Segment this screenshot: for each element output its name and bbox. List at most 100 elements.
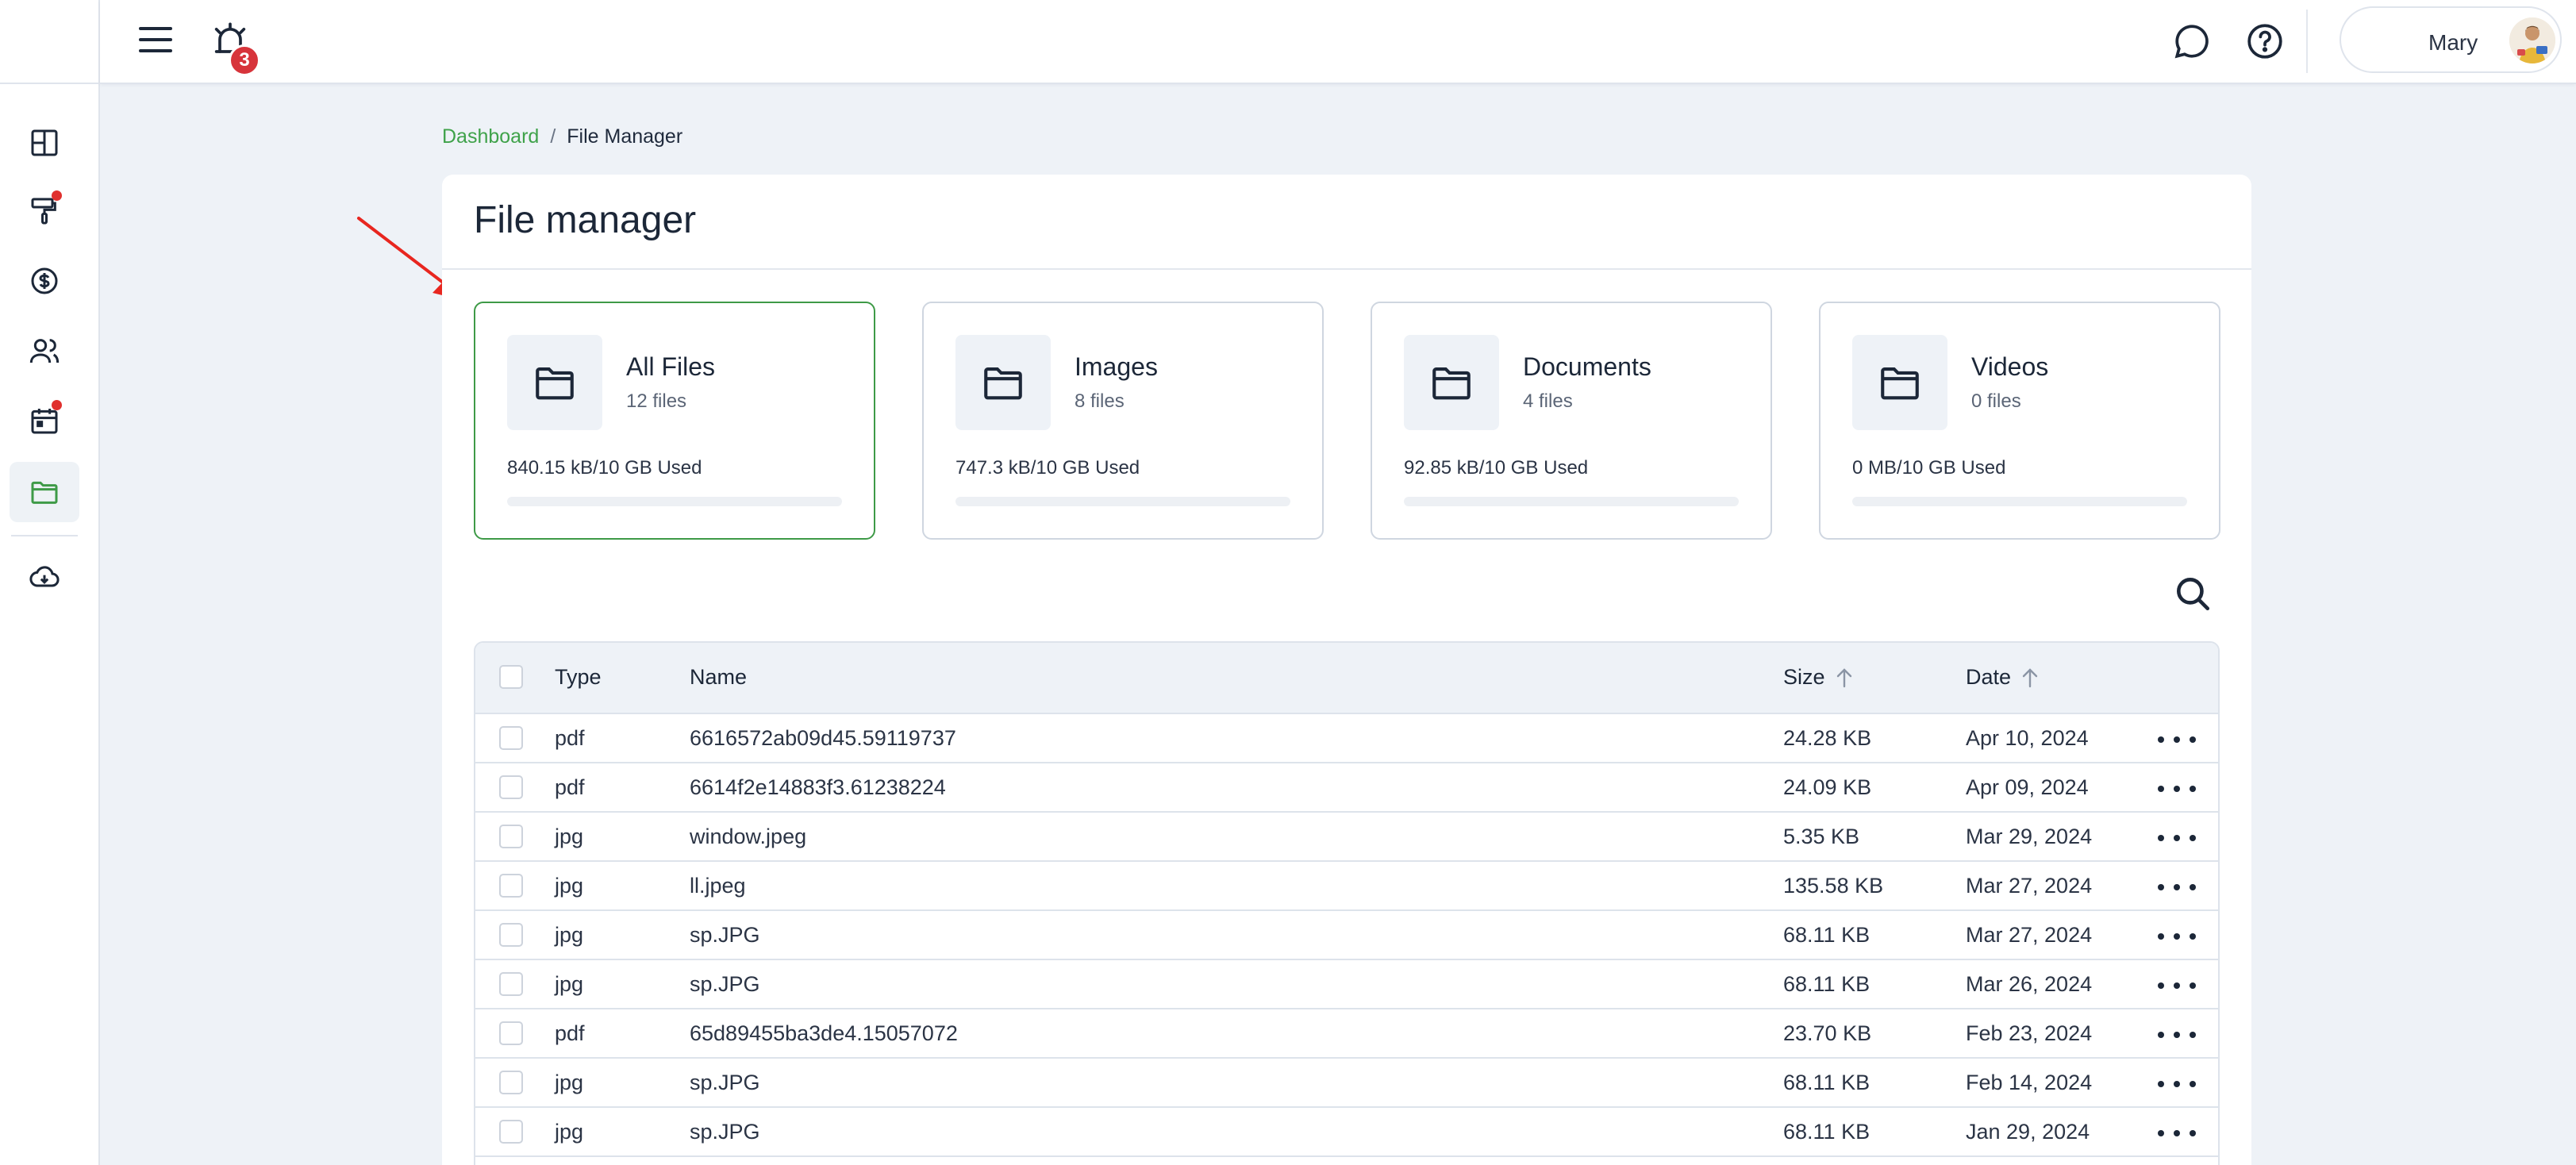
more-dots-icon [2190,786,2196,792]
table-row[interactable]: pdf 65d89455ba3de4.15057072 23.70 KB Feb… [475,1009,2218,1059]
breadcrumb-dashboard-link[interactable]: Dashboard [442,125,539,148]
table-row[interactable]: jpg sp.JPG 68.11 KB Mar 26, 2024 [475,960,2218,1009]
chat-bubble-icon [2174,25,2209,59]
category-name: All Files [626,352,716,381]
hamburger-menu-icon [139,27,172,52]
file-name[interactable]: 6614f2e14883f3.61238224 [690,775,946,800]
file-size: 5.35 KB [1783,825,1860,848]
more-dots-icon [2158,736,2164,743]
sidebar-item-dashboard[interactable] [10,113,79,173]
row-checkbox[interactable] [499,874,523,898]
file-name[interactable]: sp.JPG [690,1120,760,1144]
file-date: Mar 26, 2024 [1966,972,2093,996]
file-name[interactable]: sp.JPG [690,972,760,997]
file-name[interactable]: sp.JPG [690,923,760,948]
file-date: Mar 27, 2024 [1966,874,2093,898]
category-storage-used: 0 MB/10 GB Used [1852,457,2006,479]
file-name[interactable]: 6616572ab09d45.59119737 [690,726,956,751]
category-file-count: 0 files [1971,390,2021,412]
table-row[interactable]: pdf 6616572ab09d45.59119737 24.28 KB Apr… [475,714,2218,763]
file-size: 68.11 KB [1783,972,1870,996]
row-actions-button[interactable] [2158,927,2196,946]
category-name: Images [1075,352,1158,381]
row-checkbox[interactable] [499,726,523,750]
more-dots-icon [2158,982,2164,989]
more-dots-icon [2158,786,2164,792]
sidebar-item-file-manager[interactable] [10,462,79,522]
select-all-checkbox[interactable] [499,665,523,689]
more-dots-icon [2190,933,2196,940]
table-row[interactable]: jpg sp.JPG 68.11 KB Feb 14, 2024 [475,1059,2218,1108]
file-type: pdf [555,726,585,750]
row-checkbox[interactable] [499,825,523,848]
row-actions-button[interactable] [2158,1025,2196,1044]
row-checkbox[interactable] [499,1120,523,1144]
more-dots-icon [2190,1130,2196,1136]
table-row[interactable]: jpg ll.jpeg 135.58 KB Mar 27, 2024 [475,862,2218,911]
breadcrumb-separator: / [550,125,556,148]
file-manager-card: File manager All Files 12 files 840.15 k… [442,175,2251,1165]
category-file-count: 8 files [1075,390,1125,412]
category-tile-all-files[interactable]: All Files 12 files 840.15 kB/10 GB Used [474,302,875,540]
menu-toggle-button[interactable] [132,17,179,62]
category-tile-documents[interactable]: Documents 4 files 92.85 kB/10 GB Used [1371,302,1772,540]
breadcrumb-current: File Manager [567,125,683,148]
top-bar: 3 Mary [100,0,2576,84]
file-name[interactable]: ll.jpeg [690,874,746,898]
row-actions-button[interactable] [2158,878,2196,897]
grid-layout-icon [31,129,58,156]
user-name: Mary [2428,30,2478,55]
more-dots-icon [2174,786,2180,792]
page-title: File manager [474,199,697,241]
more-dots-icon [2158,1032,2164,1038]
sidebar-item-calendar[interactable] [10,390,79,451]
file-type: jpg [555,1071,584,1094]
row-checkbox[interactable] [499,972,523,996]
row-actions-button[interactable] [2158,779,2196,798]
category-name: Documents [1523,352,1651,381]
file-size: 68.11 KB [1783,1071,1870,1094]
sidebar-item-services[interactable] [10,181,79,241]
more-dots-icon [2174,933,2180,940]
table-row[interactable]: jpg window.jpeg 5.35 KB Mar 29, 2024 [475,813,2218,862]
folder-icon [1432,367,1471,400]
table-row[interactable]: jpg sp.JPG 68.11 KB Jan 29, 2024 [475,1108,2218,1157]
column-header-label: Date [1966,665,2012,689]
table-row[interactable]: jpg sp.JPG 68.11 KB Mar 27, 2024 [475,911,2218,960]
table-row[interactable]: pdf 6614f2e14883f3.61238224 24.09 KB Apr… [475,763,2218,813]
search-button[interactable] [2170,571,2215,616]
sidebar-item-cloud-download[interactable] [10,548,79,608]
row-actions-button[interactable] [2158,976,2196,995]
help-button[interactable] [2240,16,2290,67]
user-menu[interactable]: Mary [2340,6,2562,73]
sort-arrow-up-icon [1836,667,1851,687]
category-tile-images[interactable]: Images 8 files 747.3 kB/10 GB Used [922,302,1324,540]
file-type: jpg [555,923,584,947]
row-actions-button[interactable] [2158,829,2196,848]
column-header-type[interactable]: Type [555,665,602,690]
column-header-name[interactable]: Name [690,665,747,690]
row-checkbox[interactable] [499,1021,523,1045]
dollar-circle-icon [31,267,58,294]
messages-button[interactable] [2167,16,2217,67]
row-actions-button[interactable] [2158,730,2196,749]
row-actions-button[interactable] [2158,1075,2196,1094]
sidebar-divider [11,535,78,536]
category-tile-videos[interactable]: Videos 0 files 0 MB/10 GB Used [1819,302,2220,540]
sidebar-item-users[interactable] [10,321,79,381]
sidebar-item-billing[interactable] [10,251,79,311]
column-header-size[interactable]: Size [1783,665,1854,690]
row-actions-button[interactable] [2158,1124,2196,1143]
file-size: 23.70 KB [1783,1021,1872,1045]
column-header-date[interactable]: Date [1966,665,2040,690]
row-checkbox[interactable] [499,775,523,799]
sidebar-notification-dot [52,400,62,410]
row-checkbox[interactable] [499,923,523,947]
more-dots-icon [2158,1130,2164,1136]
file-date: Jan 29, 2024 [1966,1120,2090,1144]
table-row[interactable] [475,1157,2218,1165]
file-name[interactable]: sp.JPG [690,1071,760,1095]
file-name[interactable]: 65d89455ba3de4.15057072 [690,1021,958,1046]
row-checkbox[interactable] [499,1071,523,1094]
file-name[interactable]: window.jpeg [690,825,806,849]
